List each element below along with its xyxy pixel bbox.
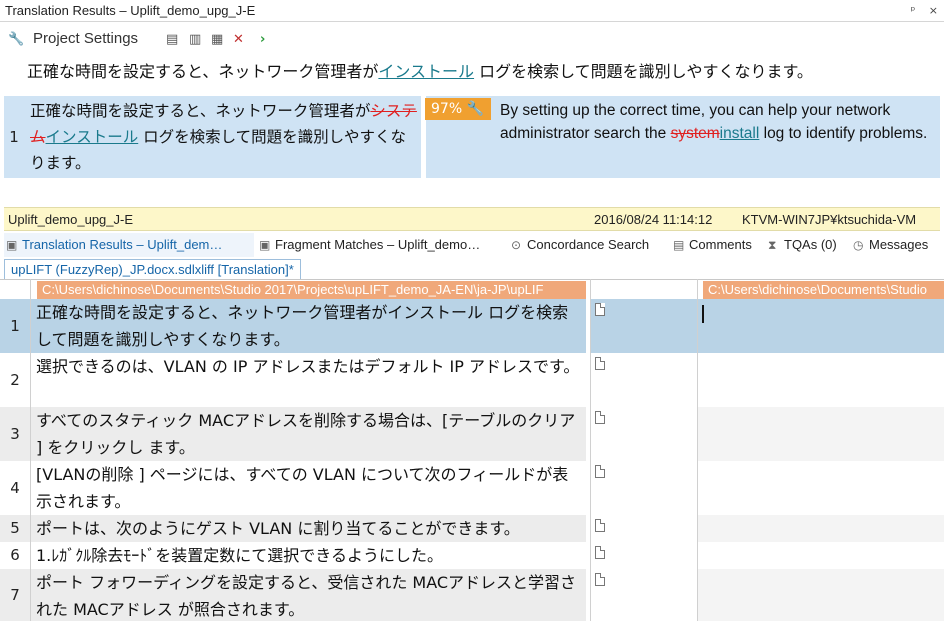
document-icon (595, 546, 605, 559)
segment-status (591, 299, 698, 353)
column-divider (590, 279, 591, 621)
column-divider (697, 279, 698, 621)
segment-row[interactable]: 2 選択できるのは、VLAN の IP アドレスまたはデフォルト IP アドレス… (0, 353, 944, 407)
messages-icon: ◷ (853, 238, 864, 252)
delete-icon[interactable]: ✕ (233, 32, 244, 48)
target-cell[interactable] (698, 542, 944, 569)
segment-row[interactable]: 5 ポートは、次のようにゲスト VLAN に割り当てることができます。 (0, 515, 944, 542)
project-settings-icon[interactable]: 🔧 (8, 32, 24, 48)
segment-status (591, 407, 698, 461)
panel-title: Translation Results – Uplift_demo_upg_J-… (5, 3, 256, 18)
comments-icon: ▤ (673, 238, 685, 252)
document-icon (595, 573, 605, 586)
segment-row[interactable]: 3 すべてのスタティック MACアドレスを削除する場合は、[テーブルのクリア ]… (0, 407, 944, 461)
close-icon[interactable]: × (929, 4, 938, 17)
target-cell[interactable] (698, 461, 944, 515)
toolbar: 🔧 Project Settings ▤ ▥ ▦ ✕ › (0, 22, 944, 56)
column-divider (30, 279, 31, 621)
panel-controls: ᵖ × (901, 0, 938, 22)
result-number: 1 (4, 96, 24, 178)
tab-translation-results[interactable]: ▣ Translation Results – Uplift_dem… (4, 233, 254, 257)
segment-row[interactable]: 7 ポート フォワーディングを設定すると、受信された MACアドレスと学習された… (0, 569, 944, 621)
pin-icon[interactable]: ᵖ (911, 4, 916, 17)
wrench-icon: 🔧 (466, 101, 485, 117)
segment-status (591, 353, 698, 407)
result-status-bar: Uplift_demo_upg_J-E 2016/08/24 11:14:12 … (4, 207, 940, 231)
document-icon (595, 411, 605, 424)
tab-strip: ▣ Translation Results – Uplift_dem… ▣ Frag… (0, 233, 944, 257)
tqa-icon: ⧗ (768, 238, 777, 252)
tm-name: Uplift_demo_upg_J-E (8, 212, 134, 227)
target-cell[interactable] (698, 407, 944, 461)
match-date: 2016/08/24 11:14:12 (594, 212, 713, 227)
tab-fragment-matches[interactable]: ▣ Fragment Matches – Uplift_demo… (257, 233, 505, 257)
target-cell[interactable] (698, 515, 944, 542)
segment-status (591, 515, 698, 542)
result-target: By setting up the correct time, you can … (426, 96, 940, 178)
tab-concordance-search[interactable]: ⊙ Concordance Search (509, 233, 649, 257)
tab-messages[interactable]: ◷ Messages (851, 233, 928, 257)
text-cursor (702, 305, 704, 323)
target-cell[interactable] (698, 353, 944, 407)
segment-row[interactable]: 6 1.ﾚｶﾞｸﾙ除去ﾓｰﾄﾞを装置定数にて選択できるようにした。 (0, 542, 944, 569)
document-icon (595, 303, 605, 316)
result-source: 正確な時間を設定すると、ネットワーク管理者がシステムインストール ログを検索して… (24, 96, 421, 178)
segment-row[interactable]: 1 正確な時間を設定すると、ネットワーク管理者がインストール ログを検索して問題… (0, 299, 944, 353)
segment-status (591, 542, 698, 569)
match-user: KTVM-WIN7JP¥ktsuchida-VM (742, 212, 917, 227)
segment-status (591, 461, 698, 515)
segment-status (591, 569, 698, 621)
list-icon[interactable]: ▤ (166, 32, 178, 48)
document-tab[interactable]: upLIFT (FuzzyRep)_JP.docx.sdlxliff [Tran… (4, 259, 301, 279)
source-segment-preview: 正確な時間を設定すると、ネットワーク管理者がインストール ログを検索して問題を識… (27, 62, 813, 81)
tab-comments[interactable]: ▤ Comments (671, 233, 752, 257)
list-up-icon[interactable]: ▦ (211, 32, 223, 48)
panel-title-bar: Translation Results – Uplift_demo_upg_J-… (0, 0, 944, 22)
document-icon (595, 519, 605, 532)
list-down-icon[interactable]: ▥ (189, 32, 201, 48)
chevron-right-icon[interactable]: › (260, 32, 265, 48)
fragment-matches-icon: ▣ (259, 238, 271, 252)
tab-tqas[interactable]: ⧗ TQAs (0) (766, 233, 837, 257)
translation-results-icon: ▣ (6, 238, 18, 252)
document-icon (595, 357, 605, 370)
project-settings-button[interactable]: Project Settings (33, 30, 138, 47)
document-icon (595, 465, 605, 478)
match-percentage-badge: 97% 🔧 (425, 98, 491, 120)
binoculars-icon: ⊙ (511, 238, 522, 252)
segment-row[interactable]: 4 [VLANの削除 ] ページには、すべての VLAN について次のフィールド… (0, 461, 944, 515)
source-column-header: C:\Users\dichinose\Documents\Studio 2017… (37, 281, 586, 299)
target-cell[interactable] (698, 569, 944, 621)
target-cell[interactable] (698, 299, 944, 353)
target-column-header: C:\Users\dichinose\Documents\Studio (703, 281, 944, 299)
